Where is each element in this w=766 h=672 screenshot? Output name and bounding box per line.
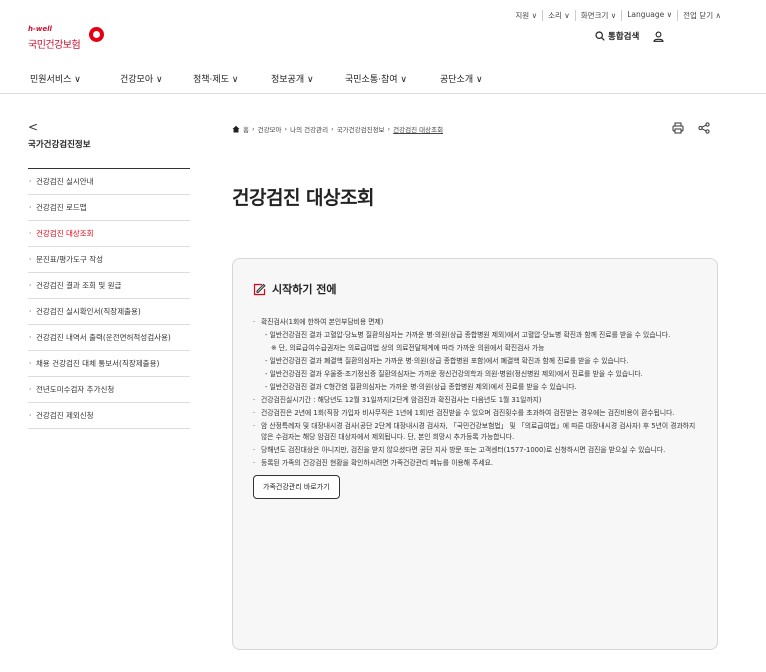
logo-mark-icon [89,27,104,42]
sidebar-item-employment-notice[interactable]: 채용 건강검진 대체 통보서(직장제출용) [28,351,190,377]
breadcrumb-my-health[interactable]: 나의 건강관리 [290,124,328,134]
logo-name: 국민건강보험 [28,40,81,51]
site-logo[interactable]: h-well 국민건강보험 [28,25,104,52]
util-language[interactable]: Language ∨ [622,10,679,21]
nav-about[interactable]: 공단소개 ∨ [440,72,483,85]
logo-tag: h-well [28,25,52,33]
util-font-size[interactable]: 화면크기 ∨ [576,10,623,21]
notice-note: ※ 단, 의료급여수급권자는 의료급여법 상의 의료전달체계에 따라 가까운 의… [271,344,545,352]
notice-subitem: - 일반건강검진 결과 고혈압·당뇨병 질환의심자는 가까운 병·의원(상급 종… [265,331,671,339]
back-button[interactable]: < [28,120,190,134]
home-icon[interactable] [232,125,240,133]
sidebar-item-additional-apply[interactable]: 전년도미수검자 추가신청 [28,377,190,403]
nav-information[interactable]: 정보공개 ∨ [271,72,314,85]
notice-subitem: - 일반건강검진 결과 C형간염 질환의심자는 가까운 병·의원(상급 종합병원… [265,383,577,391]
breadcrumb-health-moa[interactable]: 건강모아 [258,124,282,134]
print-icon[interactable] [672,122,684,134]
notice-heading: 시작하기 전에 [253,281,699,297]
sidebar-item-exclusion[interactable]: 건강검진 제외신청 [28,403,190,429]
sidebar-menu: 건강검진 실시안내 건강검진 로드맵 건강검진 대상조회 문진표/평가도구 작성… [28,169,190,429]
notice-item: 등록된 가족의 건강검진 현황을 확인하시려면 가족건강관리 메뉴를 이용해 주… [253,458,699,469]
nav-policy[interactable]: 정책·제도 ∨ [193,72,238,85]
family-health-button[interactable]: 가족건강관리 바로가기 [253,475,340,499]
notice-item: 확진검사(1회에 한하여 본인부담비용 면제) [253,317,699,328]
sidebar-item-target-lookup[interactable]: 건강검진 대상조회 [28,221,190,247]
util-sound[interactable]: 소리 ∨ [543,10,576,21]
user-icon[interactable] [653,31,664,42]
breadcrumb: 홈 › 건강모아 › 나의 건강관리 › 국가건강검진정보 › 건강검진 대상조회 [232,124,443,134]
nav-health-moa[interactable]: 건강모아 ∨ [120,72,163,85]
integrated-search-button[interactable]: 통합검색 [595,30,639,42]
sidebar-item-questionnaire[interactable]: 문진표/평가도구 작성 [28,247,190,273]
search-icon [595,31,605,41]
header-tools: 통합검색 [595,30,664,42]
page-tools [672,122,710,134]
util-support[interactable]: 지원 ∨ [510,10,544,21]
nav-civil-service[interactable]: 민원서비스 ∨ [30,72,81,85]
utility-bar: 지원 ∨ 소리 ∨ 화면크기 ∨ Language ∨ 전업 닫기 ∧ [510,10,726,21]
sidebar-title: 국가건강검진정보 [28,138,190,169]
sidebar-item-roadmap[interactable]: 건강검진 로드맵 [28,195,190,221]
main-navigation: 민원서비스 ∨ 건강모아 ∨ 정책·제도 ∨ 정보공개 ∨ 국민소통·참여 ∨ … [0,66,766,94]
sidebar-item-history-print[interactable]: 건강검진 내역서 출력(운전면허적성검사용) [28,325,190,351]
notice-item: 당해년도 검진대상은 아니지만, 검진을 받지 않으셨다면 공단 지사 방문 또… [253,445,699,456]
notice-item: 건강검진은 2년에 1회(직장 가입자 비사무직은 1년에 1회)만 검진받을 … [253,408,699,419]
nav-communication[interactable]: 국민소통·참여 ∨ [345,72,407,85]
notice-heading-text: 시작하기 전에 [272,283,337,296]
breadcrumb-checkup-info[interactable]: 국가건강검진정보 [337,124,385,134]
page-title: 건강검진 대상조회 [232,187,374,209]
breadcrumb-home[interactable]: 홈 [243,124,249,134]
edit-note-icon [253,283,266,295]
search-label: 통합검색 [608,32,640,42]
breadcrumb-current[interactable]: 건강검진 대상조회 [393,124,443,134]
notice-subitem: - 일반건강검진 결과 폐결핵 질환의심자는 가까운 병·의원(상급 종합병원 … [265,357,629,365]
notice-item: 암 산정특례자 및 대장내시경 검사(공단 2단계 대장내시경 검사자, 「국민… [253,421,699,443]
notice-item: 건강검진실시기간 : 해당년도 12월 31일까지(2단계 암검진과 확진검사는… [253,395,699,406]
sidebar-item-result-lookup[interactable]: 건강검진 결과 조회 및 원급 [28,273,190,299]
sidebar-item-confirmation[interactable]: 건강검진 실시확인서(직장제출용) [28,299,190,325]
notice-box: 시작하기 전에 확진검사(1회에 한하여 본인부담비용 면제) - 일반건강검진… [232,258,718,650]
share-icon[interactable] [698,122,710,134]
notice-subitem: - 일반건강검진 결과 우울증·조기정신증 질환의심자는 가까운 정신건강의학과… [265,370,643,378]
sidebar-item-guide[interactable]: 건강검진 실시안내 [28,169,190,195]
sidebar: < 국가건강검진정보 건강검진 실시안내 건강검진 로드맵 건강검진 대상조회 … [28,120,190,429]
util-collapse-all[interactable]: 전업 닫기 ∧ [678,10,726,21]
